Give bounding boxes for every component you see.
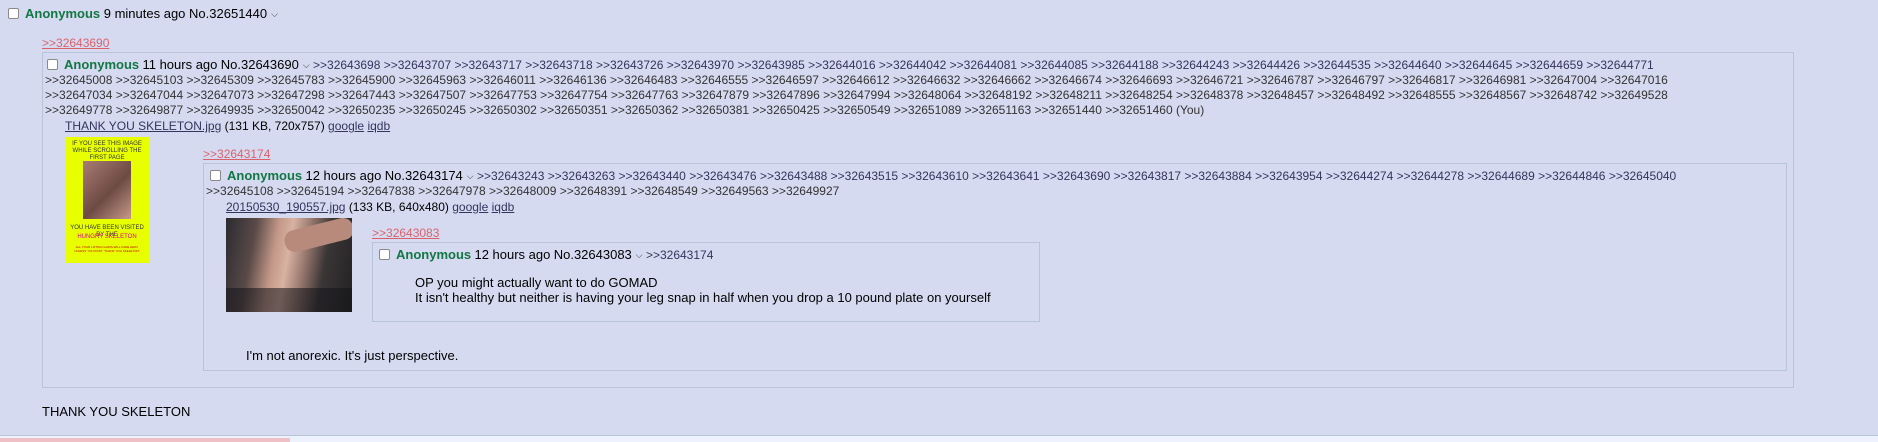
post-thumbnail[interactable] — [226, 218, 352, 312]
post-message-line: OP you might actually want to do GOMAD — [415, 275, 658, 290]
poster-name: Anonymous — [25, 6, 101, 21]
inline-post-32643690: Anonymous 11 hours ago No.32643690 ⌵ >>32… — [42, 52, 1794, 388]
post-header: Anonymous 11 hours ago No.32643690 ⌵ >>32… — [47, 57, 1654, 73]
post-number[interactable]: No.32651440 — [189, 6, 267, 21]
post-header: Anonymous 12 hours ago No.32643083 ⌵ >>32… — [379, 247, 713, 263]
file-meta: (131 KB, 720x757) — [224, 119, 325, 133]
backlinks[interactable]: >>32643174 — [646, 248, 713, 262]
post-message: THANK YOU SKELETON — [42, 404, 191, 419]
post-time: 12 hours ago — [474, 247, 551, 262]
backlinks[interactable]: >>32645008 >>32645103 >>32645309 >>32645… — [45, 73, 1668, 88]
poster-name: Anonymous — [64, 57, 140, 72]
file-info: 20150530_190557.jpg (133 KB, 640x480) go… — [226, 200, 514, 215]
post-header: Anonymous 12 hours ago No.32643174 ⌵ >>32… — [210, 168, 1676, 184]
post-select-checkbox[interactable] — [210, 170, 221, 181]
file-meta: (133 KB, 640x480) — [348, 200, 449, 214]
post-time: 9 minutes ago — [103, 6, 186, 21]
backlinks[interactable]: >>32643243 >>32643263 >>32643440 >>32643… — [477, 169, 1676, 183]
chevron-down-icon[interactable]: ⌵ — [271, 9, 278, 19]
backlinks[interactable]: >>32649778 >>32649877 >>32649935 >>32650… — [45, 103, 1204, 118]
google-search-link[interactable]: google — [328, 119, 364, 133]
post-time: 11 hours ago — [142, 57, 218, 72]
file-link[interactable]: 20150530_190557.jpg — [226, 200, 345, 214]
chevron-down-icon[interactable]: ⌵ — [467, 171, 474, 181]
poster-name: Anonymous — [227, 168, 303, 183]
divider — [0, 438, 290, 442]
file-link[interactable]: THANK YOU SKELETON.jpg — [65, 119, 221, 133]
inline-post-32643174: Anonymous 12 hours ago No.32643174 ⌵ >>32… — [203, 163, 1787, 371]
backlinks[interactable]: >>32643698 >>32643707 >>32643717 >>32643… — [313, 58, 1654, 72]
post-header: Anonymous 9 minutes ago No.32651440 ⌵ — [8, 6, 278, 22]
quote-link[interactable]: >>32643690 — [42, 36, 109, 50]
quote-link[interactable]: >>32643174 — [203, 147, 270, 161]
post-thumbnail[interactable]: IF YOU SEE THIS IMAGE WHILE SCROLLING TH… — [65, 137, 149, 263]
iqdb-search-link[interactable]: iqdb — [492, 200, 515, 214]
post-select-checkbox[interactable] — [379, 249, 390, 260]
quote-link[interactable]: >>32643083 — [372, 226, 439, 240]
thumb-shadow — [226, 288, 352, 312]
post-number[interactable]: No.32643174 — [385, 168, 463, 183]
thumb-arm — [282, 218, 352, 255]
thumb-text-small: ALL YOUR LIFTING GAINS WILL FADE AWAY UN… — [74, 245, 140, 253]
file-info: THANK YOU SKELETON.jpg (131 KB, 720x757)… — [65, 119, 390, 134]
post-select-checkbox[interactable] — [8, 8, 19, 19]
thumb-text-top: IF YOU SEE THIS IMAGE WHILE SCROLLING TH… — [72, 141, 142, 161]
post-message: I'm not anorexic. It's just perspective. — [246, 348, 459, 363]
thumb-photo — [83, 161, 131, 219]
iqdb-search-link[interactable]: iqdb — [367, 119, 390, 133]
poster-name: Anonymous — [396, 247, 472, 262]
post-message-line: It isn't healthy but neither is having y… — [415, 290, 991, 305]
post-number[interactable]: No.32643690 — [221, 57, 299, 72]
backlinks[interactable]: >>32647034 >>32647044 >>32647073 >>32647… — [45, 88, 1668, 103]
chevron-down-icon[interactable]: ⌵ — [303, 60, 310, 70]
post-number[interactable]: No.32643083 — [554, 247, 632, 262]
thumb-text-hungry: HUNGRY SKELETON — [77, 234, 137, 240]
chevron-down-icon[interactable]: ⌵ — [636, 250, 643, 260]
post-select-checkbox[interactable] — [47, 59, 58, 70]
post-time: 12 hours ago — [305, 168, 382, 183]
inline-post-32643083: Anonymous 12 hours ago No.32643083 ⌵ >>32… — [372, 242, 1040, 322]
backlinks[interactable]: >>32645108 >>32645194 >>32647838 >>32647… — [206, 184, 839, 199]
google-search-link[interactable]: google — [452, 200, 488, 214]
